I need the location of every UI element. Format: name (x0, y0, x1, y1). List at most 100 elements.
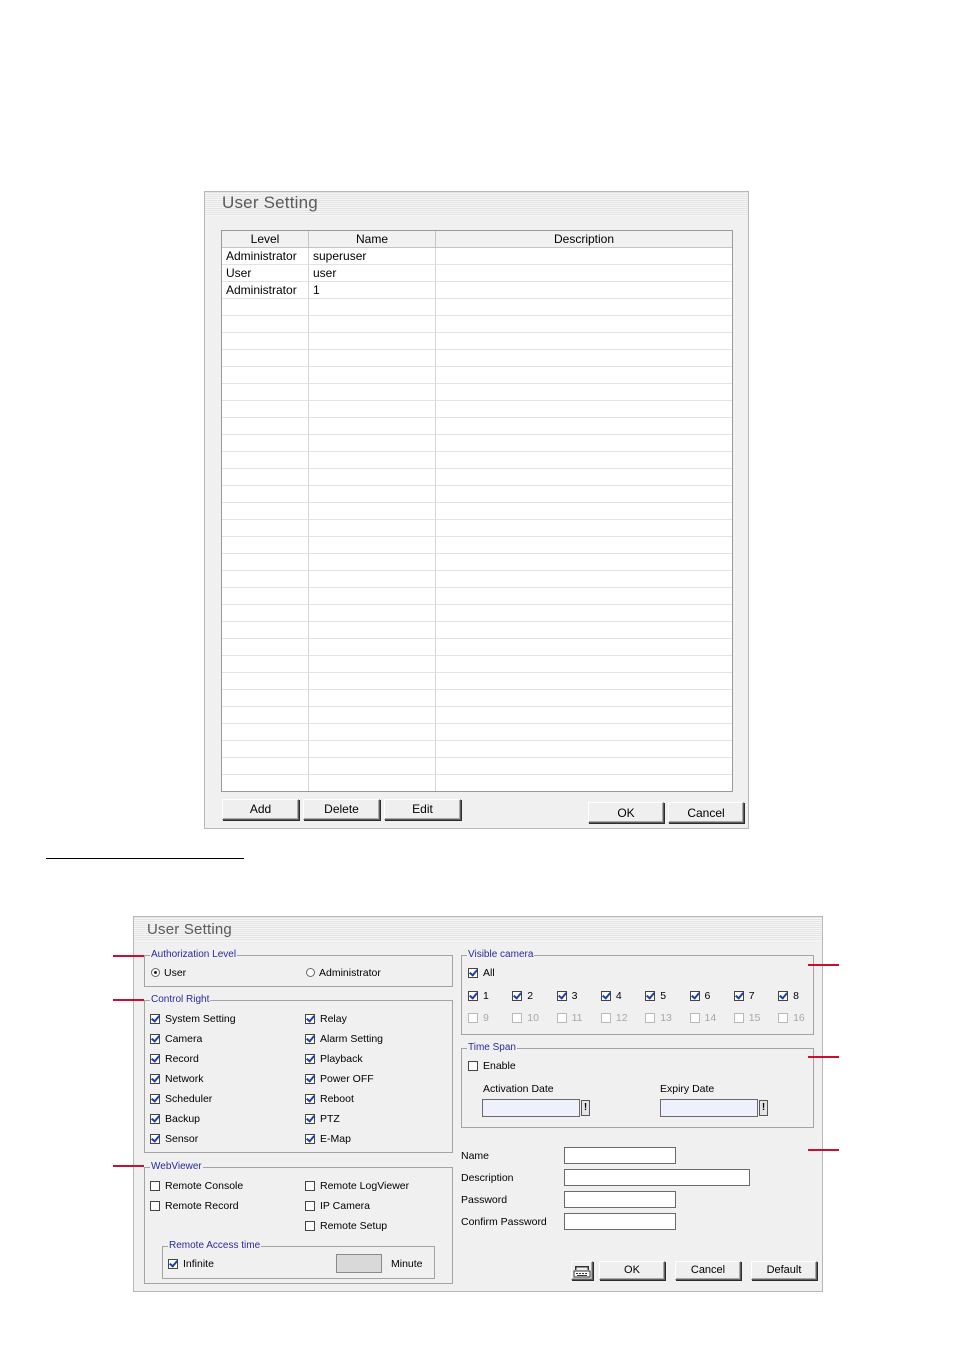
keyboard-button[interactable] (571, 1261, 593, 1280)
table-row[interactable] (222, 724, 732, 741)
table-row[interactable] (222, 588, 732, 605)
checkbox-camera-8[interactable]: 8 (778, 989, 799, 1003)
table-row[interactable] (222, 333, 732, 350)
description-input[interactable] (564, 1169, 750, 1186)
table-row[interactable]: User user (222, 265, 732, 282)
column-header-level[interactable]: Level (222, 231, 309, 247)
checkbox-system-setting[interactable]: System Setting (150, 1012, 236, 1026)
checkbox-camera-4[interactable]: 4 (600, 989, 622, 1003)
checkbox-camera-10: 10 (512, 1011, 539, 1025)
table-row[interactable]: Administrator superuser (222, 248, 732, 265)
radio-user-dot (151, 968, 160, 977)
checkbox-ptz[interactable]: PTZ (305, 1112, 340, 1126)
checkbox-relay-label: Relay (320, 1013, 347, 1025)
activation-date-field[interactable] (482, 1099, 580, 1117)
checkbox-network[interactable]: Network (150, 1072, 204, 1086)
delete-button[interactable]: Delete (303, 799, 380, 820)
cancel-button[interactable]: Cancel (668, 802, 744, 823)
checkbox-camera-15: 15 (733, 1011, 760, 1025)
table-row[interactable] (222, 418, 732, 435)
checkbox-camera-7[interactable]: 7 (733, 989, 755, 1003)
name-input[interactable] (564, 1147, 676, 1164)
table-row[interactable] (222, 775, 732, 791)
confirm-password-input[interactable] (564, 1213, 676, 1230)
checkbox-remote-setup[interactable]: Remote Setup (305, 1219, 387, 1233)
expiry-date-field[interactable] (660, 1099, 758, 1117)
checkbox-reboot[interactable]: Reboot (305, 1092, 354, 1106)
table-row[interactable] (222, 486, 732, 503)
checkbox-camera-6[interactable]: 6 (689, 989, 710, 1003)
cell-level (222, 299, 309, 315)
checkbox-camera-1[interactable]: 1 (468, 989, 489, 1003)
checkbox-camera-14: 14 (689, 1011, 716, 1025)
table-row[interactable] (222, 571, 732, 588)
table-row[interactable] (222, 469, 732, 486)
table-row[interactable] (222, 758, 732, 775)
checkbox-power-off[interactable]: Power OFF (305, 1072, 374, 1086)
checkbox-all-cameras[interactable]: All (468, 966, 495, 980)
checkbox-box (305, 1094, 315, 1104)
table-row[interactable] (222, 741, 732, 758)
table-row[interactable] (222, 401, 732, 418)
checkbox-remote-record[interactable]: Remote Record (150, 1199, 239, 1213)
expiry-date-picker-button[interactable]: ! (759, 1100, 768, 1116)
checkbox-box (305, 1014, 315, 1024)
table-row[interactable] (222, 503, 732, 520)
table-row[interactable] (222, 316, 732, 333)
table-row[interactable] (222, 639, 732, 656)
cell-name (309, 724, 436, 740)
table-row[interactable] (222, 384, 732, 401)
ok-button[interactable]: OK (599, 1261, 665, 1280)
checkbox-ip-camera[interactable]: IP Camera (305, 1199, 370, 1213)
radio-user[interactable]: User (151, 966, 186, 980)
table-row[interactable] (222, 622, 732, 639)
checkbox-infinite[interactable]: Infinite (168, 1257, 214, 1271)
table-row[interactable] (222, 520, 732, 537)
table-row[interactable] (222, 299, 732, 316)
edit-button[interactable]: Edit (384, 799, 461, 820)
password-input[interactable] (564, 1191, 676, 1208)
checkbox-e-map[interactable]: E-Map (305, 1132, 351, 1146)
minute-input[interactable] (336, 1254, 382, 1273)
table-row[interactable] (222, 605, 732, 622)
column-header-name[interactable]: Name (309, 231, 436, 247)
table-row[interactable] (222, 673, 732, 690)
table-row[interactable] (222, 554, 732, 571)
default-button[interactable]: Default (751, 1261, 817, 1280)
checkbox-camera-5[interactable]: 5 (645, 989, 666, 1003)
checkbox-scheduler[interactable]: Scheduler (150, 1092, 212, 1106)
ok-button[interactable]: OK (588, 802, 664, 823)
checkbox-remote-console[interactable]: Remote Console (150, 1179, 243, 1193)
checkbox-remote-logviewer[interactable]: Remote LogViewer (305, 1179, 409, 1193)
checkbox-camera-2[interactable]: 2 (512, 989, 533, 1003)
table-row[interactable]: Administrator 1 (222, 282, 732, 299)
checkbox-alarm-setting[interactable]: Alarm Setting (305, 1032, 383, 1046)
table-row[interactable] (222, 435, 732, 452)
cell-name (309, 469, 436, 485)
checkbox-playback[interactable]: Playback (305, 1052, 363, 1066)
table-row[interactable] (222, 367, 732, 384)
checkbox-sensor[interactable]: Sensor (150, 1132, 198, 1146)
cancel-button[interactable]: Cancel (675, 1261, 741, 1280)
checkbox-camera-3[interactable]: 3 (556, 989, 577, 1003)
checkbox-alarm-setting-label: Alarm Setting (320, 1033, 384, 1045)
column-header-description[interactable]: Description (436, 231, 732, 247)
cell-level (222, 673, 309, 689)
checkbox-backup[interactable]: Backup (150, 1112, 200, 1126)
add-button[interactable]: Add (222, 799, 299, 820)
radio-administrator[interactable]: Administrator (306, 966, 381, 980)
table-row[interactable] (222, 656, 732, 673)
table-row[interactable] (222, 707, 732, 724)
checkbox-record[interactable]: Record (150, 1052, 199, 1066)
annotation-marker-webviewer (113, 1165, 144, 1167)
table-row[interactable] (222, 350, 732, 367)
checkbox-enable-time-span[interactable]: Enable (468, 1059, 516, 1073)
checkbox-camera[interactable]: Camera (150, 1032, 202, 1046)
table-row[interactable] (222, 690, 732, 707)
checkbox-relay[interactable]: Relay (305, 1012, 347, 1026)
activation-date-picker-button[interactable]: ! (581, 1100, 590, 1116)
authorization-level-group: Authorization Level User Administrator (144, 948, 453, 987)
checkbox-camera-5-label: 5 (660, 990, 667, 1002)
table-row[interactable] (222, 537, 732, 554)
table-row[interactable] (222, 452, 732, 469)
